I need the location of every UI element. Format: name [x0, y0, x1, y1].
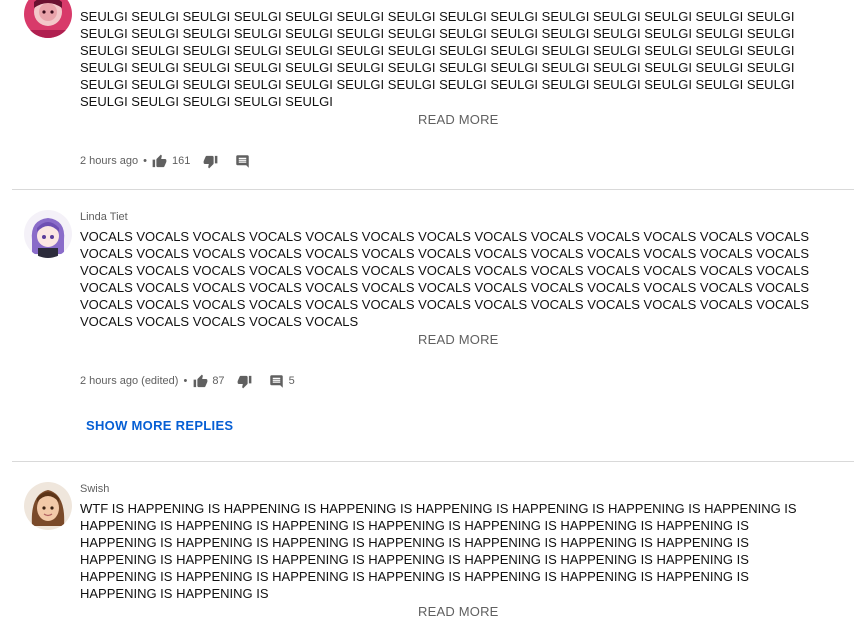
show-more-replies-button[interactable]: SHOW MORE REPLIES [86, 418, 233, 433]
comment-actions: 2 hours ago (edited) • 87 5 [80, 372, 295, 390]
comment-actions: 2 hours ago • 161 [80, 152, 250, 170]
thumb-down-icon[interactable] [202, 153, 218, 169]
divider [12, 461, 854, 462]
comment-text: WTF IS HAPPENING IS HAPPENING IS HAPPENI… [80, 501, 797, 601]
reply-count: 5 [288, 375, 295, 387]
comment-author[interactable]: Swish [80, 483, 109, 495]
read-more-button[interactable]: READ MORE [418, 112, 499, 127]
comment-icon[interactable] [269, 373, 285, 389]
separator-dot: • [183, 375, 188, 387]
avatar[interactable] [24, 210, 72, 258]
comment-author[interactable]: Linda Tiet [80, 211, 128, 223]
like-count: 87 [212, 375, 225, 387]
avatar[interactable] [24, 0, 72, 38]
comment-timestamp[interactable]: 2 hours ago (edited) [80, 375, 178, 387]
divider [12, 189, 854, 190]
read-more-button[interactable]: READ MORE [418, 332, 499, 347]
read-more-button[interactable]: READ MORE [418, 604, 499, 619]
thumb-down-icon[interactable] [237, 373, 253, 389]
comment-icon[interactable] [234, 153, 250, 169]
avatar[interactable] [24, 482, 72, 530]
comment-text: VOCALS VOCALS VOCALS VOCALS VOCALS VOCAL… [80, 229, 809, 329]
thumb-up-icon[interactable] [192, 373, 208, 389]
separator-dot: • [143, 155, 147, 167]
thumb-up-icon[interactable] [152, 153, 168, 169]
like-count: 161 [171, 155, 191, 167]
comment-text: SEULGI SEULGI SEULGI SEULGI SEULGI SEULG… [80, 9, 795, 109]
comment-timestamp[interactable]: 2 hours ago [80, 155, 138, 167]
